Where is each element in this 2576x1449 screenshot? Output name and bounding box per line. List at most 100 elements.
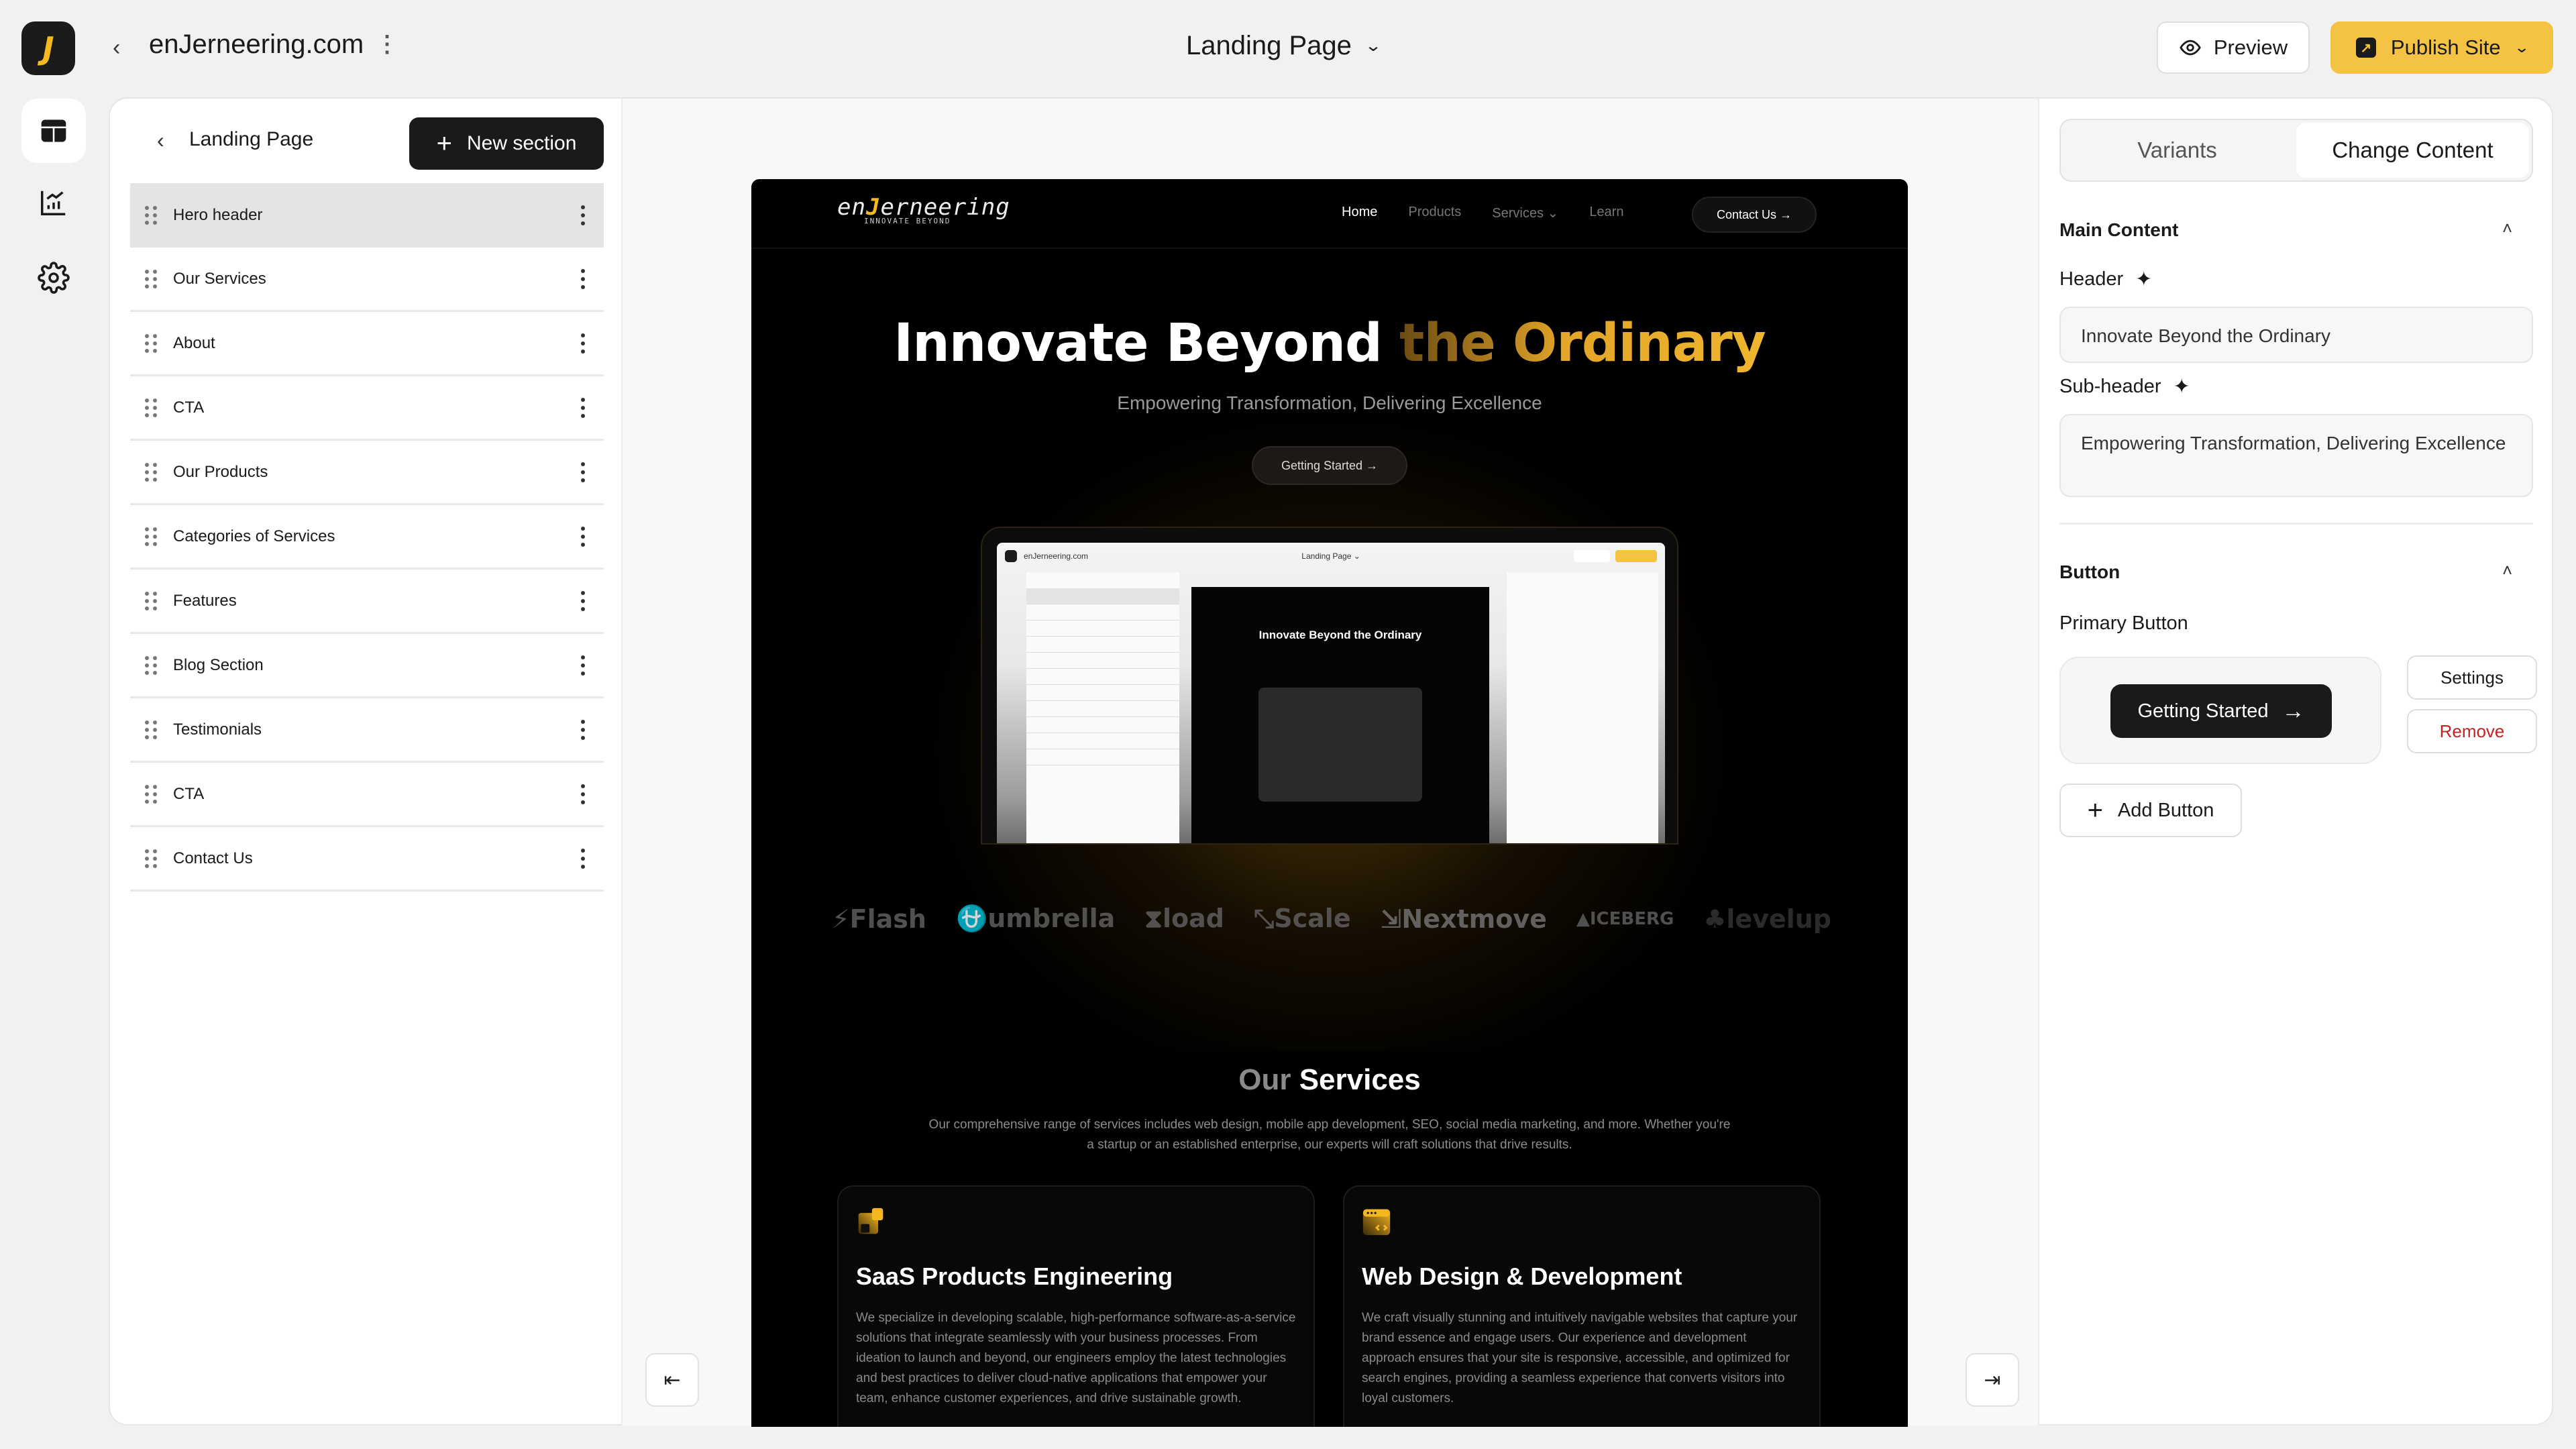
sidebar-title: Landing Page [189,128,314,150]
section-item[interactable]: Hero header [130,183,604,248]
section-item[interactable]: CTA [130,376,604,441]
nav-link-learn[interactable]: Learn [1589,205,1623,221]
sidebar-back-icon[interactable]: ‹ [157,128,164,153]
section-item[interactable]: Contact Us [130,827,604,892]
more-vertical-icon[interactable] [581,462,586,482]
rail-layout[interactable] [21,99,86,163]
chevron-up-icon[interactable]: ˄ [2502,560,2512,581]
section-item[interactable]: Blog Section [130,634,604,698]
more-vertical-icon[interactable] [581,397,586,418]
more-vertical-icon[interactable] [581,333,586,354]
analytics-chart-icon [41,191,66,215]
partner-logos: ⚡Flash ⛎umbrella ⧗load ⤡Scale ⇲Nextmove … [832,904,1831,934]
section-label: CTA [173,784,205,803]
preview-button[interactable]: Preview [2157,21,2310,74]
section-label: About [173,333,215,352]
services-title: Our Services [1238,1063,1421,1096]
nav-link-home[interactable]: Home [1342,205,1377,221]
drag-handle-icon[interactable] [145,206,157,225]
more-vertical-icon[interactable]: ⋮ [376,31,398,58]
drag-handle-icon[interactable] [145,784,157,804]
more-vertical-icon[interactable] [581,590,586,611]
section-item[interactable]: CTA [130,763,604,827]
getting-started-button[interactable]: Getting Started → [2110,684,2332,738]
site-name: enJerneering.com [149,30,364,59]
ai-sparkle-icon[interactable]: ✦ [2135,268,2152,291]
section-label: Categories of Services [173,527,335,545]
collapse-right-button[interactable]: ⇥ [1966,1353,2019,1407]
mini-app-screenshot: enJerneering.com Landing Page ⌄ Innovate… [997,543,1665,843]
drag-handle-icon[interactable] [145,398,157,417]
service-card[interactable]: SaaS Products Engineering We specialize … [837,1185,1315,1427]
collapse-right-icon: ⇥ [1984,1368,2001,1391]
back-icon[interactable]: ‹ [113,35,120,61]
more-vertical-icon[interactable] [581,655,586,676]
more-vertical-icon[interactable] [581,205,586,225]
chevron-down-icon[interactable]: ⌄ [2514,39,2530,56]
subheader-input[interactable]: Empowering Transformation, Delivering Ex… [2059,414,2533,497]
section-item[interactable]: Our Services [130,248,604,312]
primary-button-preview: Getting Started → [2059,657,2381,764]
hero-cta-button[interactable]: Getting Started → [1252,446,1407,485]
more-vertical-icon[interactable] [581,268,586,289]
section-label: Hero header [173,206,263,224]
header-input[interactable]: Innovate Beyond the Ordinary [2059,307,2533,363]
drag-handle-icon[interactable] [145,655,157,675]
website-logo[interactable]: enJerneering INNOVATE BEYOND [837,194,1010,225]
new-section-button[interactable]: + New section [409,117,604,170]
mini-right-panel [1507,572,1658,843]
publish-site-button[interactable]: ↗ Publish Site ⌄ [2330,21,2553,74]
button-settings[interactable]: Settings [2407,655,2537,700]
collapse-left-button[interactable]: ⇤ [645,1353,699,1407]
website-contact-button[interactable]: Contact Us → [1692,197,1817,233]
layout-icon [41,119,66,142]
hero-subtitle: Empowering Transformation, Delivering Ex… [1117,392,1542,413]
more-vertical-icon[interactable] [581,526,586,547]
drag-handle-icon[interactable] [145,333,157,353]
hero-device-mockup: enJerneering.com Landing Page ⌄ Innovate… [981,527,1678,845]
section-item[interactable]: About [130,312,604,376]
rail-analytics[interactable] [21,170,86,235]
arrow-right-icon: → [2282,698,2305,724]
eye-icon [2180,40,2201,56]
tab-change-content[interactable]: Change Content [2296,123,2529,178]
properties-panel: Variants Change Content Main Content ˄ H… [2039,97,2553,1426]
page-selector[interactable]: Landing Page ⌄ [1186,31,1382,61]
drag-handle-icon[interactable] [145,591,157,610]
rail-settings[interactable] [21,246,86,310]
ai-sparkle-icon[interactable]: ✦ [2174,375,2190,398]
mini-logo [1005,550,1017,562]
card-body: We specialize in developing scalable, hi… [856,1311,1296,1405]
drag-handle-icon[interactable] [145,849,157,868]
drag-handle-icon[interactable] [145,462,157,482]
section-item[interactable]: Features [130,570,604,634]
mini-preview-button [1574,550,1610,562]
drag-handle-icon[interactable] [145,720,157,739]
chevron-up-icon[interactable]: ˄ [2502,218,2512,239]
nav-link-products[interactable]: Products [1408,205,1461,221]
section-label: CTA [173,398,205,417]
more-vertical-icon[interactable] [581,784,586,804]
drag-handle-icon[interactable] [145,527,157,546]
app-logo[interactable]: J [21,21,75,75]
section-label: Blog Section [173,655,264,674]
section-list: Hero header Our Services About CTA Our Produ… [130,183,604,892]
website-nav: enJerneering INNOVATE BEYOND Home Produc… [751,179,1908,249]
button-remove[interactable]: Remove [2407,709,2537,753]
section-item[interactable]: Testimonials [130,698,604,763]
section-item[interactable]: Categories of Services [130,505,604,570]
more-vertical-icon[interactable] [581,719,586,740]
header-label: Header ✦ [2059,268,2153,291]
more-vertical-icon[interactable] [581,848,586,869]
section-item[interactable]: Our Products [130,441,604,505]
tab-variants[interactable]: Variants [2061,120,2294,180]
drag-handle-icon[interactable] [145,269,157,288]
service-card[interactable]: Web Design & Development We craft visual… [1343,1185,1821,1427]
website-preview[interactable]: enJerneering INNOVATE BEYOND Home Produc… [751,179,1908,1427]
add-button[interactable]: + Add Button [2059,784,2242,837]
main-content-heading: Main Content [2059,219,2179,240]
mini-nested-device [1258,688,1422,802]
nav-link-services[interactable]: Services ⌄ [1492,205,1558,221]
logo-nextmove: ⇲Nextmove [1380,904,1547,934]
website-nav-links: Home Products Services ⌄ Learn [1342,205,1623,221]
